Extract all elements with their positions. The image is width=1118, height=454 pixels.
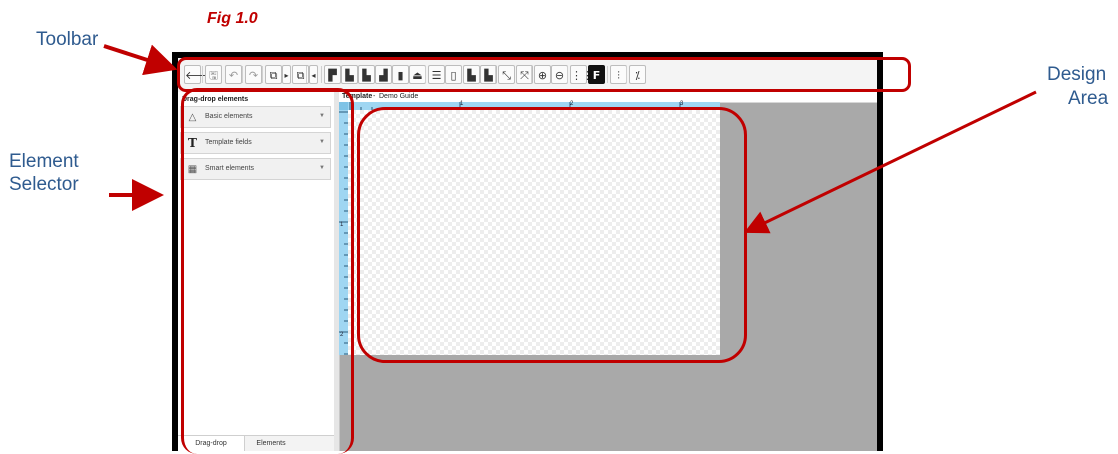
- element-selector-highlight-ring: [181, 88, 354, 454]
- toolbar-highlight-ring: [177, 57, 911, 92]
- design-header-separator: -: [373, 93, 376, 100]
- toolbar-arrow: [103, 44, 178, 76]
- toolbar-callout: Toolbar: [36, 29, 99, 50]
- design-area-highlight-ring: [357, 107, 747, 363]
- element-selector-callout-line2: Selector: [9, 174, 79, 195]
- figure-caption: Fig 1.0: [207, 10, 258, 27]
- design-area-callout-line1: Design: [1047, 64, 1107, 85]
- design-header-name: Demo Guide: [379, 93, 419, 100]
- design-area-callout-line2: Area: [1068, 88, 1109, 109]
- element-selector-callout-line1: Element: [9, 151, 79, 172]
